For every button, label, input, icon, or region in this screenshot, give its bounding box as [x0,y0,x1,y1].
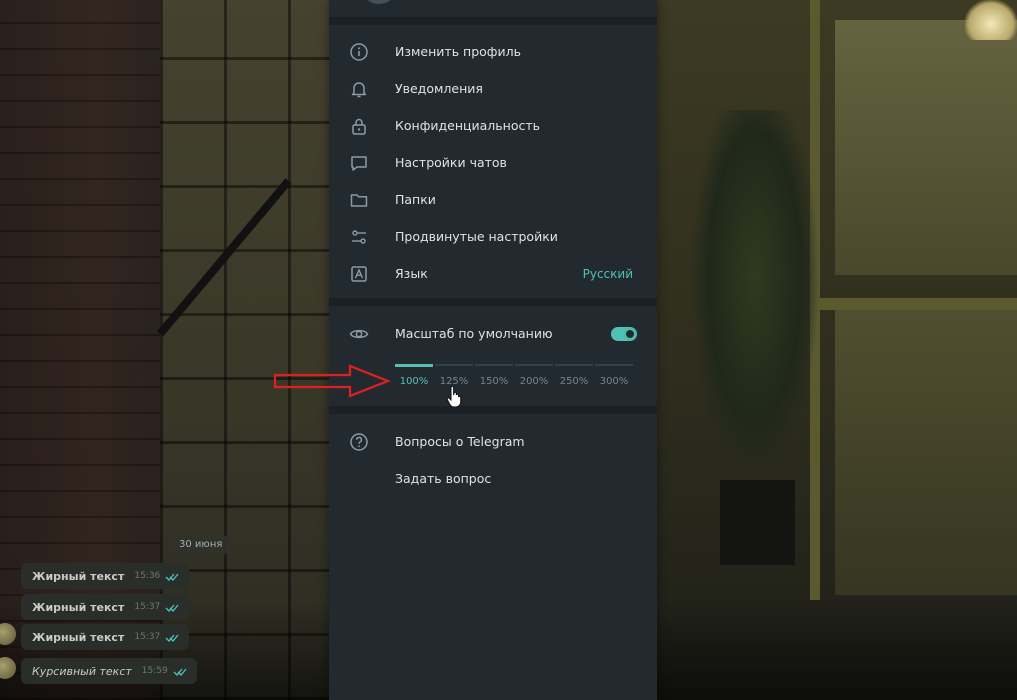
question-icon [348,431,370,453]
language-value: Русский [582,266,633,281]
scale-track-segment [475,364,513,366]
menu-item-label: Продвинутые настройки [395,229,558,244]
menu-item-label: Язык [395,266,428,281]
section-divider [329,298,657,306]
scale-option-label: 200% [519,376,549,387]
lock-icon [348,115,370,137]
scale-slider[interactable]: 100% 125% 150% 200% 250% 300% [395,364,635,396]
toggle-knob [624,327,636,340]
message-time: 15:37 [134,632,161,642]
menu-item-edit-profile[interactable]: Изменить профиль [329,33,657,70]
double-check-icon [165,604,179,612]
bell-icon [348,78,370,100]
scale-option-label: 150% [479,376,509,387]
scale-track-segment [395,364,433,367]
message-time: 15:59 [141,666,168,676]
message-text: Курсивный текст [32,664,132,678]
scale-option-label: 100% [399,376,429,387]
default-scale-toggle-row[interactable]: Масштаб по умолчанию [329,315,657,352]
menu-item-folders[interactable]: Папки [329,181,657,218]
scale-option-150[interactable]: 150% [475,364,513,396]
menu-item-label: Задать вопрос [395,471,492,486]
menu-item-label: Вопросы о Telegram [395,434,525,449]
message-text: Жирный текст [32,569,125,583]
double-check-icon [173,668,187,676]
scale-track-segment [595,364,633,366]
background-plant [690,110,820,480]
menu-item-telegram-faq[interactable]: Вопросы о Telegram [329,423,657,460]
menu-item-label: Конфиденциальность [395,118,541,133]
scale-option-250[interactable]: 250% [555,364,593,396]
message-bubble[interactable]: Жирный текст 15:36 [21,563,190,589]
menu-item-advanced-settings[interactable]: Продвинутые настройки [329,218,657,255]
sliders-icon [348,226,370,248]
scale-option-label: 300% [599,376,629,387]
chat-bubble-icon [348,152,370,174]
info-icon [348,41,370,63]
scale-track-segment [435,364,473,366]
section-divider [329,17,657,25]
message-text: Жирный текст [32,630,125,644]
background-lamp [965,0,1017,40]
double-check-icon [165,634,179,642]
double-check-icon [165,573,179,581]
background-plant-pot [720,480,795,565]
message-bubble[interactable]: Жирный текст 15:37 [21,594,190,620]
message-time: 15:37 [134,602,161,612]
menu-item-language[interactable]: Язык Русский [329,255,657,292]
scale-option-100[interactable]: 100% [395,364,433,396]
scale-option-label: 250% [559,376,589,387]
section-divider [329,406,657,414]
profile-avatar[interactable] [365,0,393,4]
date-badge: 30 июня [170,535,232,555]
menu-item-privacy[interactable]: Конфиденциальность [329,107,657,144]
menu-item-label: Уведомления [395,81,483,96]
settings-panel: Изменить профиль Уведомления Конфиденциа… [329,0,657,700]
message-text: Жирный текст [32,600,125,614]
panel-header [329,0,657,18]
message-bubble[interactable]: Курсивный текст 15:59 [21,658,197,684]
language-icon [348,263,370,285]
eye-icon [348,323,370,345]
menu-item-ask-question[interactable]: Задать вопрос [329,460,657,497]
menu-item-label: Папки [395,192,436,207]
scale-track-segment [515,364,553,366]
menu-item-notifications[interactable]: Уведомления [329,70,657,107]
menu-item-label: Настройки чатов [395,155,507,170]
folder-icon [348,189,370,211]
menu-item-chat-settings[interactable]: Настройки чатов [329,144,657,181]
menu-item-label: Изменить профиль [395,44,521,59]
message-bubble[interactable]: Жирный текст 15:37 [21,624,190,650]
message-time: 15:36 [134,571,161,581]
default-scale-label: Масштаб по умолчанию [395,326,553,341]
annotation-arrow [273,364,391,398]
background-window-frame [810,0,1017,600]
scale-option-300[interactable]: 300% [595,364,633,396]
default-scale-toggle[interactable] [611,326,637,341]
scale-option-200[interactable]: 200% [515,364,553,396]
scale-track-segment [555,364,593,366]
hand-cursor-icon [446,386,462,408]
